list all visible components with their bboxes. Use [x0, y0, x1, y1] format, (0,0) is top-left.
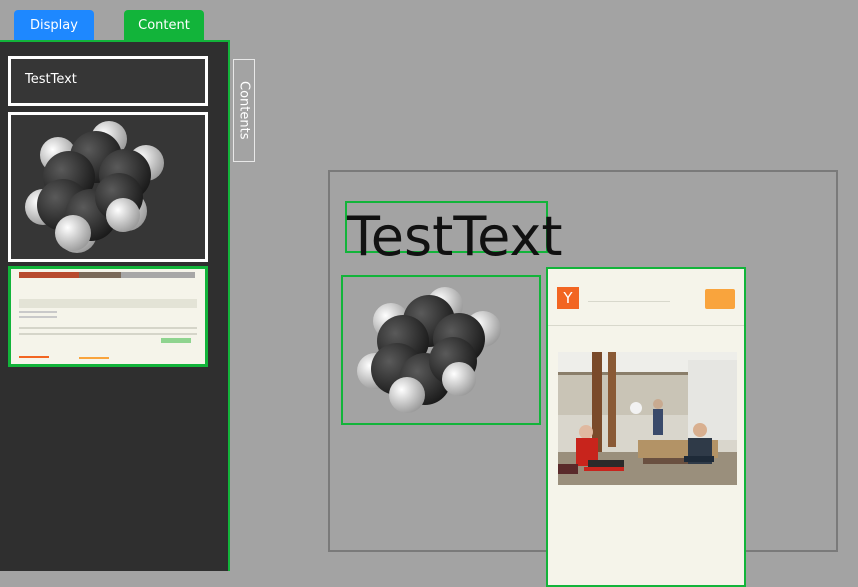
tab-content[interactable]: Content [124, 10, 204, 40]
canvas-text-label: TestText [347, 205, 563, 268]
content-item-text-label: TestText [25, 72, 77, 87]
header-action-button[interactable] [705, 289, 735, 309]
webpage-thumbnail-icon [11, 269, 205, 364]
benzene-molecule-icon [25, 121, 164, 253]
contents-side-tab-label: Contents [236, 81, 252, 140]
tab-display[interactable]: Display [14, 10, 94, 40]
content-sidebar: TestText [0, 40, 230, 571]
content-item-text[interactable]: TestText [8, 56, 208, 106]
office-photo-image [558, 352, 737, 485]
article-photo [558, 352, 737, 485]
benzene-molecule-icon [357, 287, 501, 413]
nav-links-placeholder [588, 301, 670, 302]
header-divider [548, 325, 744, 326]
canvas-text-element[interactable]: TestText [345, 201, 563, 268]
site-logo-icon: Y [557, 287, 579, 309]
canvas-molecule-element[interactable] [341, 275, 541, 425]
contents-side-tab[interactable]: Contents [233, 59, 255, 162]
content-item-molecule[interactable] [8, 112, 208, 262]
canvas-webpage-element[interactable]: Y [546, 267, 746, 587]
content-item-webpage-thumbnail[interactable] [8, 266, 208, 367]
